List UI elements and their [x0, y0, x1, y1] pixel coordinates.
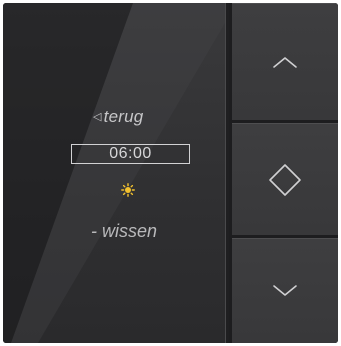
time-field[interactable]: 06:00 [71, 144, 190, 164]
diamond-icon [269, 163, 301, 196]
down-button[interactable] [232, 238, 338, 343]
key-column [229, 3, 338, 343]
display-panel: ◁ terug 06:00 - wissen [3, 3, 225, 343]
clear-label: - wissen [91, 221, 158, 241]
back-arrow-icon: ◁ [93, 111, 102, 123]
back-label: terug [103, 107, 144, 126]
up-button[interactable] [232, 3, 338, 120]
chevron-down-icon [273, 285, 297, 296]
time-value: 06:00 [109, 145, 152, 162]
control-panel-device: ◁ terug 06:00 - wissen [3, 3, 338, 343]
select-button[interactable] [232, 123, 338, 235]
display-screen: ◁ terug 06:00 - wissen [3, 3, 225, 343]
clear-option[interactable]: - wissen [91, 221, 157, 242]
sun-icon [121, 183, 135, 197]
chevron-up-icon [273, 57, 297, 68]
